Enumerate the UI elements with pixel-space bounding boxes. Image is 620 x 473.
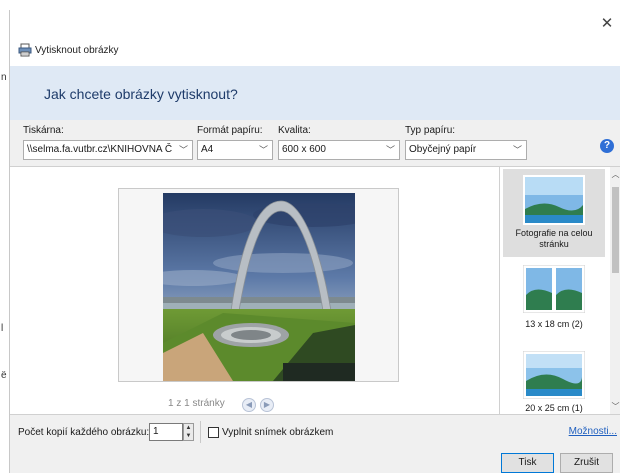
- dialog-footer: Počet kopií každého obrázku: 1 ▲ ▼ Vypln…: [10, 414, 620, 473]
- fill-frame-checkbox[interactable]: [208, 427, 219, 438]
- quality-select[interactable]: 600 x 600 ﹀: [278, 140, 400, 160]
- background-text-fragment: ë: [1, 370, 7, 381]
- page-indicator: 1 z 1 stránky: [168, 398, 225, 409]
- next-page-button[interactable]: ▶: [260, 398, 274, 412]
- stepper-down-icon[interactable]: ▼: [184, 432, 193, 440]
- chevron-down-icon: ﹀: [512, 145, 522, 155]
- print-button[interactable]: Tisk: [501, 453, 554, 473]
- paper-type-label: Typ papíru:: [405, 125, 456, 136]
- copies-label: Počet kopií každého obrázku:: [18, 427, 150, 438]
- stepper-up-icon[interactable]: ▲: [184, 424, 193, 432]
- printer-icon: [18, 43, 32, 57]
- cancel-button[interactable]: Zrušit: [560, 453, 613, 473]
- paper-size-select[interactable]: A4 ﹀: [197, 140, 273, 160]
- scroll-up-icon[interactable]: ︿: [610, 169, 620, 181]
- layout-list: Fotografie na celou stránku 13 x 18 cm (…: [500, 166, 620, 415]
- printer-value: \\selma.fa.vutbr.cz\KNIHOVNA Č: [27, 144, 173, 155]
- copies-input[interactable]: 1: [149, 423, 183, 441]
- layout-thumbnail: [523, 351, 585, 399]
- previous-page-button[interactable]: ◀: [242, 398, 256, 412]
- instruction-banner: Jak chcete obrázky vytisknout?: [10, 66, 620, 120]
- print-pictures-dialog: ✕ Vytisknout obrázky Jak chcete obrázky …: [9, 10, 620, 473]
- page-preview: [118, 188, 399, 382]
- layout-20x25[interactable]: 20 x 25 cm (1): [503, 351, 605, 415]
- scrollbar-thumb[interactable]: [612, 187, 619, 273]
- background-text-fragment: l: [1, 323, 4, 334]
- chevron-down-icon: ﹀: [178, 145, 188, 155]
- layout-label: Fotografie na celou stránku: [515, 228, 593, 249]
- layout-full-page[interactable]: Fotografie na celou stránku: [503, 169, 605, 257]
- fill-frame-label: Vyplnit snímek obrázkem: [222, 427, 334, 438]
- quality-label: Kvalita:: [278, 125, 311, 136]
- background-window-edge: n l ë: [0, 0, 9, 473]
- options-link[interactable]: Možnosti...: [569, 426, 617, 437]
- layout-label: 20 x 25 cm (1): [525, 403, 583, 413]
- paper-type-value: Obyčejný papír: [409, 144, 477, 155]
- help-icon[interactable]: ?: [600, 139, 614, 153]
- arch-photo-preview: [163, 193, 355, 381]
- background-text-fragment: n: [1, 72, 7, 83]
- dialog-header: Vytisknout obrázky: [10, 38, 620, 66]
- layout-thumbnail: [523, 265, 585, 313]
- layout-13x18[interactable]: 13 x 18 cm (2): [503, 265, 605, 335]
- layout-thumbnail: [523, 175, 585, 225]
- printer-label: Tiskárna:: [23, 125, 64, 136]
- instruction-text: Jak chcete obrázky vytisknout?: [44, 86, 238, 102]
- chevron-down-icon: ﹀: [385, 145, 395, 155]
- preview-area: 1 z 1 stránky ◀ ▶: [10, 166, 500, 414]
- divider: [200, 421, 201, 443]
- paper-size-value: A4: [201, 144, 214, 155]
- chevron-down-icon: ﹀: [258, 145, 268, 155]
- close-button[interactable]: ✕: [597, 14, 617, 34]
- paper-size-label: Formát papíru:: [197, 125, 263, 136]
- paper-type-select[interactable]: Obyčejný papír ﹀: [405, 140, 527, 160]
- layout-scrollbar[interactable]: ︿ ﹀: [610, 167, 620, 415]
- dialog-title: Vytisknout obrázky: [35, 45, 119, 56]
- layout-label: 13 x 18 cm (2): [525, 319, 583, 329]
- copies-stepper[interactable]: ▲ ▼: [183, 423, 194, 441]
- print-options-bar: Tiskárna: \\selma.fa.vutbr.cz\KNIHOVNA Č…: [10, 120, 620, 166]
- scroll-down-icon[interactable]: ﹀: [610, 401, 620, 413]
- printer-select[interactable]: \\selma.fa.vutbr.cz\KNIHOVNA Č ﹀: [23, 140, 193, 160]
- quality-value: 600 x 600: [282, 144, 326, 155]
- title-bar: ✕: [10, 10, 620, 38]
